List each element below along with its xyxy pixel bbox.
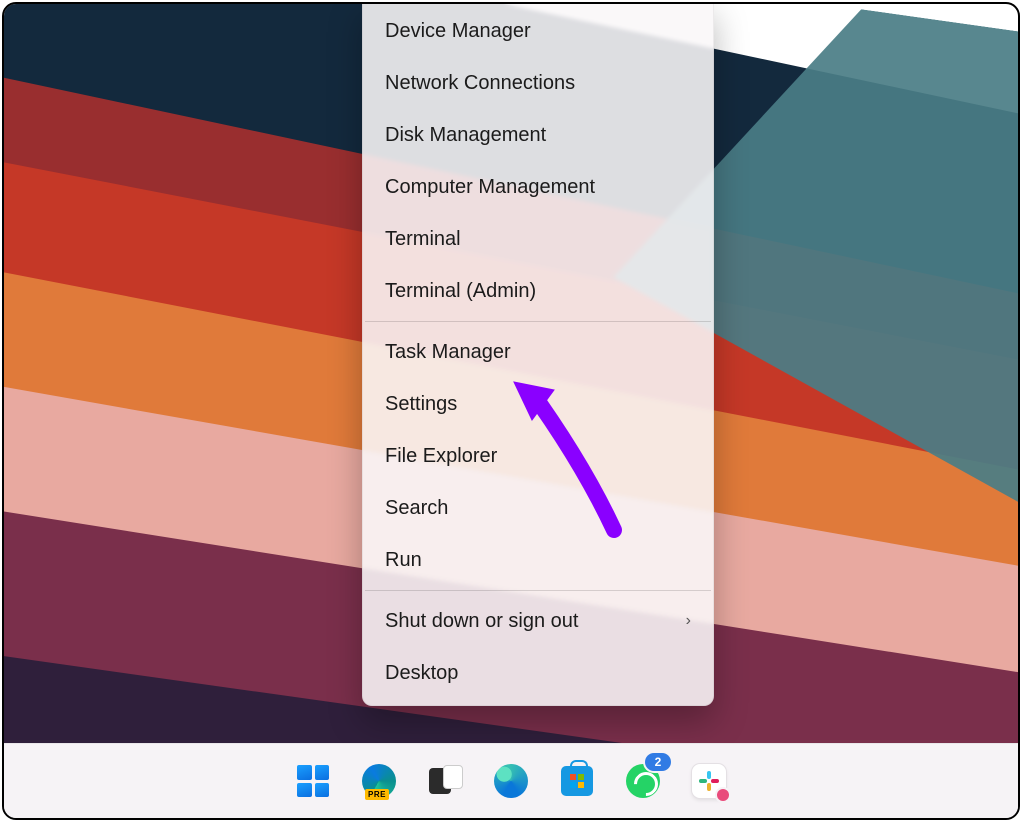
notification-dot-icon bbox=[717, 789, 729, 801]
taskbar-center-items: PRE 2 bbox=[289, 757, 733, 805]
menu-item-label: Settings bbox=[385, 392, 457, 416]
menu-item-desktop[interactable]: Desktop bbox=[363, 647, 713, 699]
menu-item-computer-management[interactable]: Computer Management bbox=[363, 161, 713, 213]
edge-dev-button[interactable]: PRE bbox=[355, 757, 403, 805]
menu-item-label: Desktop bbox=[385, 661, 458, 685]
menu-item-run[interactable]: Run bbox=[363, 534, 713, 586]
menu-item-device-manager[interactable]: Device Manager bbox=[363, 5, 713, 57]
menu-item-terminal-admin[interactable]: Terminal (Admin) bbox=[363, 265, 713, 317]
store-button[interactable] bbox=[553, 757, 601, 805]
windows-logo-icon bbox=[297, 765, 329, 797]
menu-item-disk-management[interactable]: Disk Management bbox=[363, 109, 713, 161]
taskbar: PRE 2 bbox=[4, 743, 1018, 818]
edge-dev-icon: PRE bbox=[362, 764, 396, 798]
menu-item-terminal[interactable]: Terminal bbox=[363, 213, 713, 265]
winx-context-menu: Device Manager Network Connections Disk … bbox=[362, 4, 714, 706]
store-icon bbox=[561, 766, 593, 796]
slack-button[interactable] bbox=[685, 757, 733, 805]
menu-item-label: Disk Management bbox=[385, 123, 546, 147]
menu-item-label: Shut down or sign out bbox=[385, 609, 578, 633]
menu-item-network-connections[interactable]: Network Connections bbox=[363, 57, 713, 109]
menu-item-label: Terminal bbox=[385, 227, 461, 251]
menu-item-label: Search bbox=[385, 496, 448, 520]
menu-item-label: File Explorer bbox=[385, 444, 497, 468]
menu-item-search[interactable]: Search bbox=[363, 482, 713, 534]
task-view-icon bbox=[429, 765, 461, 797]
screenshot-frame: Device Manager Network Connections Disk … bbox=[2, 2, 1020, 820]
menu-item-settings[interactable]: Settings bbox=[363, 378, 713, 430]
desktop-area: Device Manager Network Connections Disk … bbox=[4, 4, 1018, 744]
edge-icon bbox=[494, 764, 528, 798]
menu-item-label: Computer Management bbox=[385, 175, 595, 199]
notification-badge: 2 bbox=[645, 753, 671, 771]
slack-icon bbox=[692, 764, 726, 798]
menu-item-file-explorer[interactable]: File Explorer bbox=[363, 430, 713, 482]
menu-separator bbox=[365, 590, 711, 591]
menu-item-label: Network Connections bbox=[385, 71, 575, 95]
menu-item-shutdown-signout[interactable]: Shut down or sign out › bbox=[363, 595, 713, 647]
menu-item-label: Device Manager bbox=[385, 19, 531, 43]
task-view-button[interactable] bbox=[421, 757, 469, 805]
edge-button[interactable] bbox=[487, 757, 535, 805]
chevron-right-icon: › bbox=[676, 609, 691, 633]
menu-item-label: Terminal (Admin) bbox=[385, 279, 536, 303]
menu-item-label: Run bbox=[385, 548, 422, 572]
whatsapp-button[interactable]: 2 bbox=[619, 757, 667, 805]
menu-separator bbox=[365, 321, 711, 322]
menu-item-label: Task Manager bbox=[385, 340, 511, 364]
start-button[interactable] bbox=[289, 757, 337, 805]
edge-dev-badge: PRE bbox=[365, 789, 389, 800]
menu-item-task-manager[interactable]: Task Manager bbox=[363, 326, 713, 378]
